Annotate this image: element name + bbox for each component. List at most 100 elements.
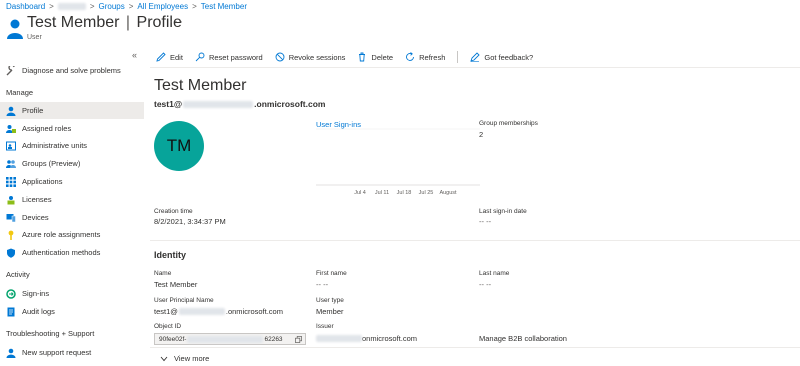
view-more-button[interactable]: View more [160, 354, 209, 363]
sidebar-item-label: Profile [22, 106, 44, 115]
sidebar: « Diagnose and solve problems Manage Pro… [0, 48, 144, 366]
chevron-down-icon [160, 356, 168, 361]
more-options-icon[interactable]: ··· [169, 14, 184, 28]
sidebar-item-label: Assigned roles [22, 124, 72, 133]
reset-password-label: Reset password [208, 52, 263, 62]
sidebar-item-diagnose[interactable]: Diagnose and solve problems [0, 62, 144, 79]
section-divider [150, 240, 800, 241]
sidebar-item-auth-methods[interactable]: Authentication methods [0, 244, 144, 261]
sidebar-item-support-request[interactable]: New support request [0, 344, 144, 361]
first-name-value: -- -- [316, 280, 329, 289]
edit-button[interactable]: Edit [156, 52, 183, 62]
creation-time-label: Creation time [154, 208, 193, 215]
upn-suffix: .onmicrosoft.com [254, 99, 326, 109]
key-icon [195, 52, 205, 62]
sidebar-item-label: Audit logs [22, 307, 55, 316]
shield-icon [7, 248, 15, 258]
signin-icon [6, 288, 16, 299]
sidebar-item-licenses[interactable]: Licenses [0, 191, 144, 208]
breadcrumb: Dashboard > > Groups > All Employees > T… [6, 2, 247, 11]
object-id-prefix: 90fee02f- [159, 335, 187, 343]
breadcrumb-test-member[interactable]: Test Member [201, 2, 247, 11]
delete-label: Delete [371, 52, 394, 62]
chart-x-ticks: Jul 4 Jul 11 Jul 18 Jul 25 August [354, 190, 457, 196]
revoke-sessions-label: Revoke sessions [288, 52, 346, 62]
pencil-icon [156, 52, 166, 62]
name-value: Test Member [154, 280, 198, 289]
delete-button[interactable]: Delete [357, 52, 393, 62]
license-icon [7, 195, 15, 204]
trash-icon [359, 52, 366, 62]
redacted-text [178, 308, 225, 315]
sidebar-item-signins[interactable]: Sign-ins [0, 285, 144, 302]
reset-password-button[interactable]: Reset password [195, 52, 263, 62]
breadcrumb-groups[interactable]: Groups [98, 2, 124, 11]
feedback-icon [470, 52, 481, 62]
chevron-right-icon: > [49, 2, 54, 11]
collapse-sidebar-icon[interactable]: « [132, 50, 137, 60]
sidebar-item-profile[interactable]: Profile [0, 102, 144, 119]
sidebar-item-label: Groups (Preview) [22, 159, 81, 168]
breadcrumb-dashboard[interactable]: Dashboard [6, 2, 45, 11]
user-icon [7, 19, 23, 39]
apps-grid-icon [6, 176, 16, 187]
sidebar-item-assigned-roles[interactable]: Assigned roles [0, 120, 144, 137]
toolbar-divider [457, 51, 459, 63]
breadcrumb-all-employees[interactable]: All Employees [137, 2, 188, 11]
revoke-sessions-button[interactable]: Revoke sessions [275, 52, 346, 62]
sidebar-item-label: Administrative units [22, 141, 88, 150]
last-signin-label: Last sign-in date [479, 208, 527, 215]
sidebar-item-audit-logs[interactable]: Audit logs [0, 303, 144, 320]
refresh-button[interactable]: Refresh [405, 52, 445, 62]
last-name-label: Last name [479, 270, 510, 277]
chevron-right-icon: > [192, 2, 197, 11]
sidebar-item-applications[interactable]: Applications [0, 173, 144, 190]
user-type-value: Member [316, 307, 344, 316]
sidebar-section-manage: Manage [6, 88, 34, 97]
redacted-text [183, 100, 254, 108]
object-id-label: Object ID [154, 323, 182, 330]
sidebar-item-devices[interactable]: Devices [0, 209, 144, 226]
issuer-value[interactable]: onmicrosoft.com [316, 334, 417, 343]
sidebar-item-admin-units[interactable]: Administrative units [0, 137, 144, 154]
feedback-button[interactable]: Got feedback? [470, 52, 533, 62]
page-title: Test Member | Profile [27, 14, 182, 32]
redacted-text [57, 3, 86, 10]
view-more-label: View more [174, 354, 210, 363]
roles-icon [6, 124, 16, 133]
redacted-text [316, 335, 362, 342]
chevron-right-icon: > [128, 2, 134, 11]
object-id-field[interactable]: 90fee02f- 62263 [154, 333, 306, 345]
sidebar-item-label: New support request [22, 348, 92, 357]
section-divider [150, 347, 800, 348]
page-subtitle: User [27, 34, 42, 41]
admin-units-icon [6, 141, 16, 150]
copy-icon[interactable] [295, 336, 302, 343]
last-name-value: -- -- [479, 280, 492, 289]
title-separator: | [125, 14, 131, 31]
sidebar-section-activity: Activity [6, 270, 30, 279]
person-icon [6, 106, 16, 116]
group-memberships-value[interactable]: 2 [479, 130, 483, 139]
redacted-text [187, 335, 264, 343]
user-display-name: Test Member [154, 77, 247, 94]
last-signin-value: -- -- [479, 217, 492, 226]
identity-heading: Identity [154, 250, 187, 260]
refresh-label: Refresh [419, 52, 446, 62]
upn-value: test1@ .onmicrosoft.com [154, 307, 283, 316]
sidebar-section-troubleshooting: Troubleshooting + Support [6, 329, 95, 338]
sidebar-item-groups[interactable]: Groups (Preview) [0, 155, 144, 172]
sidebar-item-azure-roles[interactable]: Azure role assignments [0, 226, 144, 243]
sidebar-item-label: Authentication methods [22, 248, 101, 257]
manage-b2b-link[interactable]: Manage B2B collaboration [479, 334, 567, 343]
chart-x-tick-label: August [439, 190, 457, 196]
command-bar: Edit Reset password Revoke sessions Dele… [156, 51, 533, 63]
page-title-user: Test Member [27, 14, 120, 31]
toolbar-divider-line [150, 67, 800, 68]
device-icon [6, 213, 16, 222]
feedback-label: Got feedback? [484, 52, 534, 62]
issuer-suffix: onmicrosoft.com [362, 334, 418, 343]
sidebar-item-label: Diagnose and solve problems [22, 66, 121, 75]
issuer-label: Issuer [316, 323, 334, 330]
upn-value-prefix: test1@ [154, 307, 178, 316]
